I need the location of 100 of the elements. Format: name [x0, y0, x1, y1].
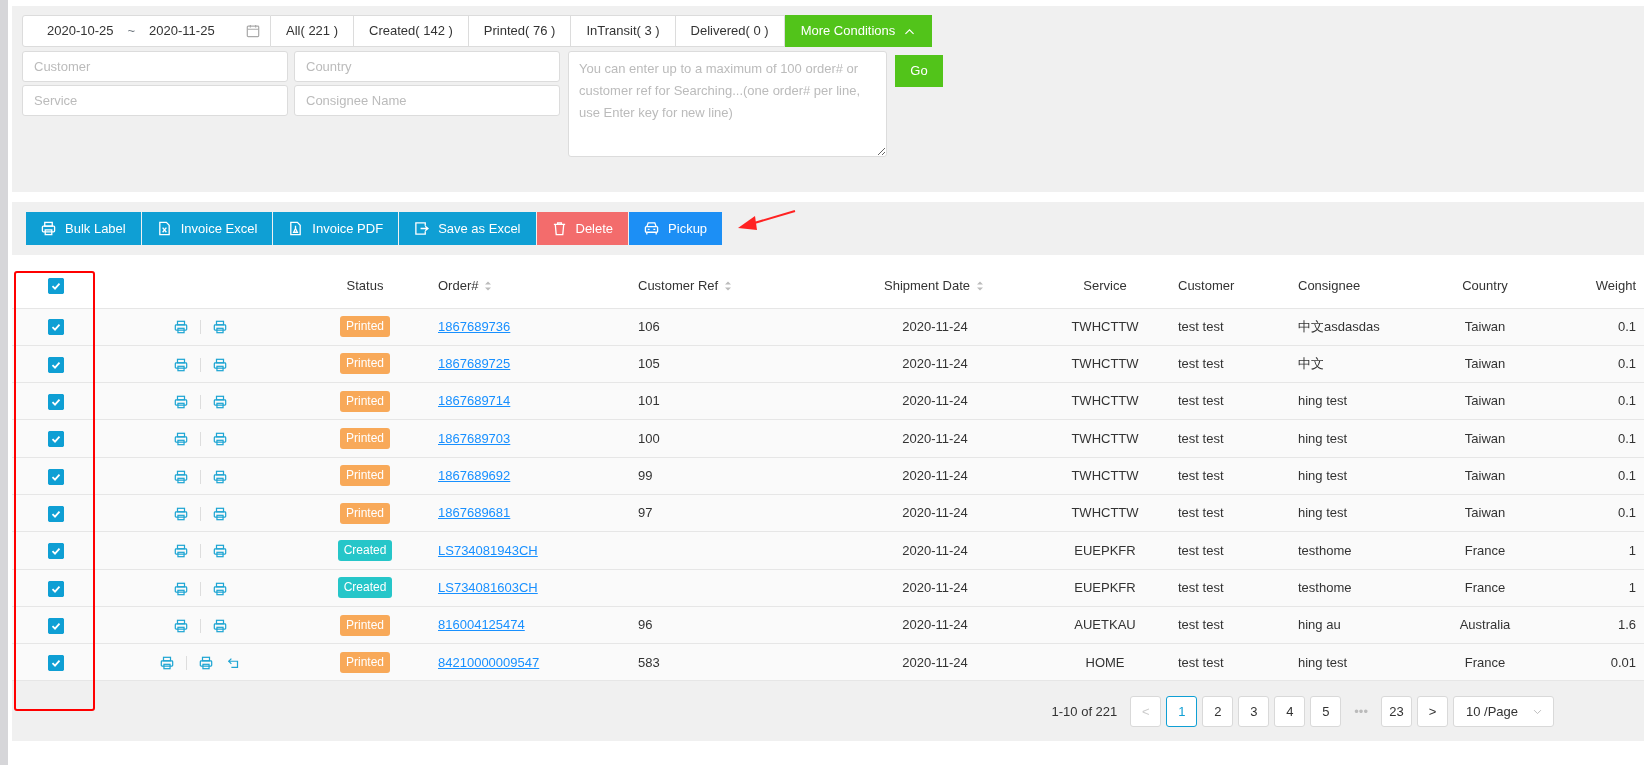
table-cell: TWHCTTW — [1071, 505, 1139, 521]
table-cell: test test — [1178, 542, 1224, 558]
status-badge: Printed — [340, 390, 390, 412]
printer-icon[interactable] — [173, 581, 188, 596]
status-badge: Printed — [340, 614, 390, 636]
status-tab[interactable]: Delivered( 0 ) — [675, 15, 785, 47]
page-button[interactable]: 5 — [1310, 695, 1342, 727]
table-cell: hing test — [1298, 505, 1348, 521]
printer-icon[interactable] — [198, 656, 213, 671]
checkbox[interactable] — [48, 505, 64, 522]
printer-icon[interactable] — [173, 395, 188, 410]
table-cell: 2020-11-24 — [902, 393, 968, 409]
table-cell: 106 — [638, 318, 660, 334]
date-text: 2020-11-25 — [149, 22, 215, 41]
car-icon — [644, 221, 660, 236]
status-tab[interactable]: Printed( 76 ) — [468, 15, 572, 47]
pdf-file-icon — [288, 221, 304, 236]
table-cell: test test — [1178, 318, 1224, 334]
checkbox[interactable] — [48, 394, 64, 411]
table-cell: 97 — [638, 505, 653, 521]
printer-icon[interactable] — [173, 320, 188, 335]
printer-icon[interactable] — [173, 357, 188, 372]
checkbox[interactable] — [48, 356, 64, 373]
table-cell: 2020-11-24 — [902, 579, 968, 595]
checkbox[interactable] — [48, 580, 64, 597]
column-header[interactable]: Country — [1462, 277, 1508, 293]
column-header[interactable]: Service — [1083, 277, 1127, 293]
table-cell: 1 — [1628, 579, 1636, 595]
input-field[interactable]: Customer — [22, 51, 288, 82]
checkbox[interactable] — [48, 319, 64, 336]
table-cell: 0.1 — [1617, 430, 1636, 446]
table-cell: 2020-11-24 — [902, 430, 968, 446]
table-cell: TWHCTTW — [1071, 393, 1139, 409]
table-cell: 0.1 — [1617, 393, 1636, 409]
input-field[interactable]: Consignee Name — [294, 85, 560, 116]
page-button[interactable]: 23 — [1380, 695, 1412, 727]
table-cell: Taiwan — [1464, 393, 1506, 409]
table-cell: hing test — [1298, 468, 1348, 484]
column-header[interactable]: Status — [346, 277, 384, 293]
table-cell: EUEPKFR — [1074, 579, 1136, 595]
table-cell: testhome — [1298, 542, 1352, 558]
printer-icon[interactable] — [212, 469, 227, 484]
printer-icon[interactable] — [212, 544, 227, 559]
table-cell: 中文asdasdas — [1298, 318, 1380, 334]
printer-icon[interactable] — [212, 432, 227, 447]
page-size-text: 10 /Page — [1465, 702, 1518, 721]
page-button[interactable]: 4 — [1274, 695, 1306, 727]
date-range-field[interactable]: 2020-10-25 ~ 2020-11-25 — [22, 15, 271, 47]
status-badge: Printed — [340, 465, 390, 487]
table-cell: 101 — [638, 393, 660, 409]
page-button[interactable]: 3 — [1238, 695, 1270, 727]
table-cell: test test — [1178, 617, 1224, 633]
checkbox[interactable] — [48, 278, 64, 295]
page-button[interactable]: 2 — [1202, 695, 1234, 727]
column-header[interactable]: Shipment Date — [884, 277, 970, 293]
status-tab[interactable]: All( 221 ) — [271, 15, 355, 47]
status-tab[interactable]: Created( 142 ) — [354, 15, 469, 47]
page-size-select[interactable]: 10 /Page — [1452, 695, 1554, 727]
table-cell: hing test — [1298, 430, 1348, 446]
printer-icon[interactable] — [212, 357, 227, 372]
printer-icon[interactable] — [212, 618, 227, 633]
column-header[interactable]: Weight — [1595, 277, 1636, 293]
printer-icon[interactable] — [173, 432, 188, 447]
search-box[interactable]: You can enter up to a maximum of 100 order# or customer ref for Searching...(one order# per line, use Enter key for new line) — [568, 51, 887, 157]
table-cell: 99 — [638, 468, 653, 484]
printer-icon[interactable] — [173, 618, 188, 633]
printer-icon[interactable] — [212, 320, 227, 335]
printer-icon[interactable] — [173, 544, 188, 559]
checkbox[interactable] — [48, 655, 64, 672]
printer-icon[interactable] — [173, 469, 188, 484]
next-page-button[interactable]: > — [1416, 695, 1448, 727]
table-cell: test test — [1178, 393, 1224, 409]
column-header[interactable]: Order# — [438, 277, 479, 293]
printer-icon[interactable] — [212, 395, 227, 410]
page-ellipsis: ••• — [1354, 702, 1368, 721]
checkbox[interactable] — [48, 431, 64, 448]
printer-icon[interactable] — [173, 506, 188, 521]
column-header[interactable]: Customer — [1178, 277, 1235, 293]
table-cell: 0.1 — [1617, 468, 1636, 484]
table-cell: hing test — [1298, 393, 1348, 409]
table-cell: test test — [1178, 505, 1224, 521]
input-field[interactable]: Service — [22, 85, 288, 116]
checkbox[interactable] — [48, 543, 64, 560]
column-header[interactable]: Consignee — [1298, 277, 1361, 293]
table-cell: TWHCTTW — [1071, 468, 1139, 484]
status-badge: Printed — [340, 651, 390, 673]
status-tab[interactable]: InTransit( 3 ) — [571, 15, 676, 47]
table-cell: hing test — [1298, 654, 1348, 670]
input-field[interactable]: Country — [294, 51, 560, 82]
printer-icon[interactable] — [159, 656, 174, 671]
printer-icon[interactable] — [212, 581, 227, 596]
table-cell: EUEPKFR — [1074, 542, 1136, 558]
checkbox[interactable] — [48, 468, 64, 485]
table-cell: 2020-11-24 — [902, 505, 968, 521]
printer-icon[interactable] — [212, 506, 227, 521]
table-cell: 1.6 — [1617, 617, 1636, 633]
column-header[interactable]: Customer Ref — [638, 277, 719, 293]
table-cell: test test — [1178, 430, 1224, 446]
checkbox[interactable] — [48, 617, 64, 634]
return-arrow-icon[interactable] — [226, 656, 241, 671]
